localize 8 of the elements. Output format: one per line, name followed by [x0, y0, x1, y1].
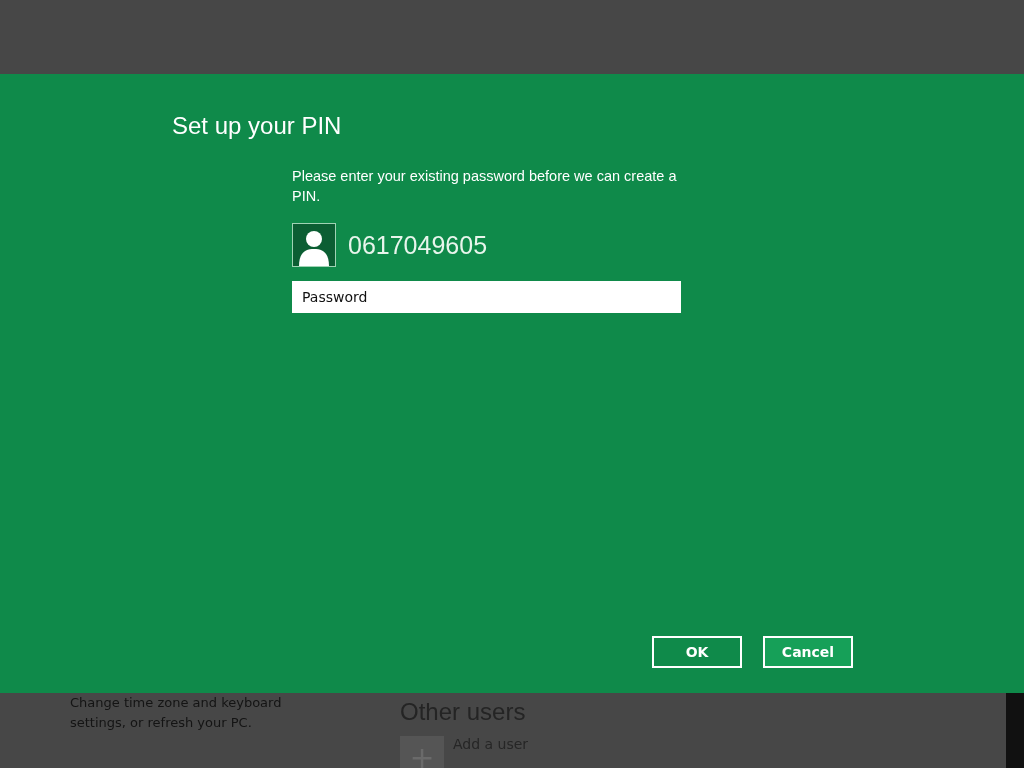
dialog-button[interactable]: OK	[652, 636, 742, 668]
user-avatar-icon	[292, 223, 336, 267]
scrollbar[interactable]	[1006, 693, 1024, 768]
dialog-message: Please enter your existing password before we can create a PIN.	[292, 167, 678, 206]
password-field[interactable]: Password	[292, 281, 681, 313]
dialog-title: Set up your PIN	[172, 112, 343, 140]
account-name: 0617049605	[348, 230, 488, 260]
dialog-button[interactable]: Cancel	[763, 636, 853, 668]
